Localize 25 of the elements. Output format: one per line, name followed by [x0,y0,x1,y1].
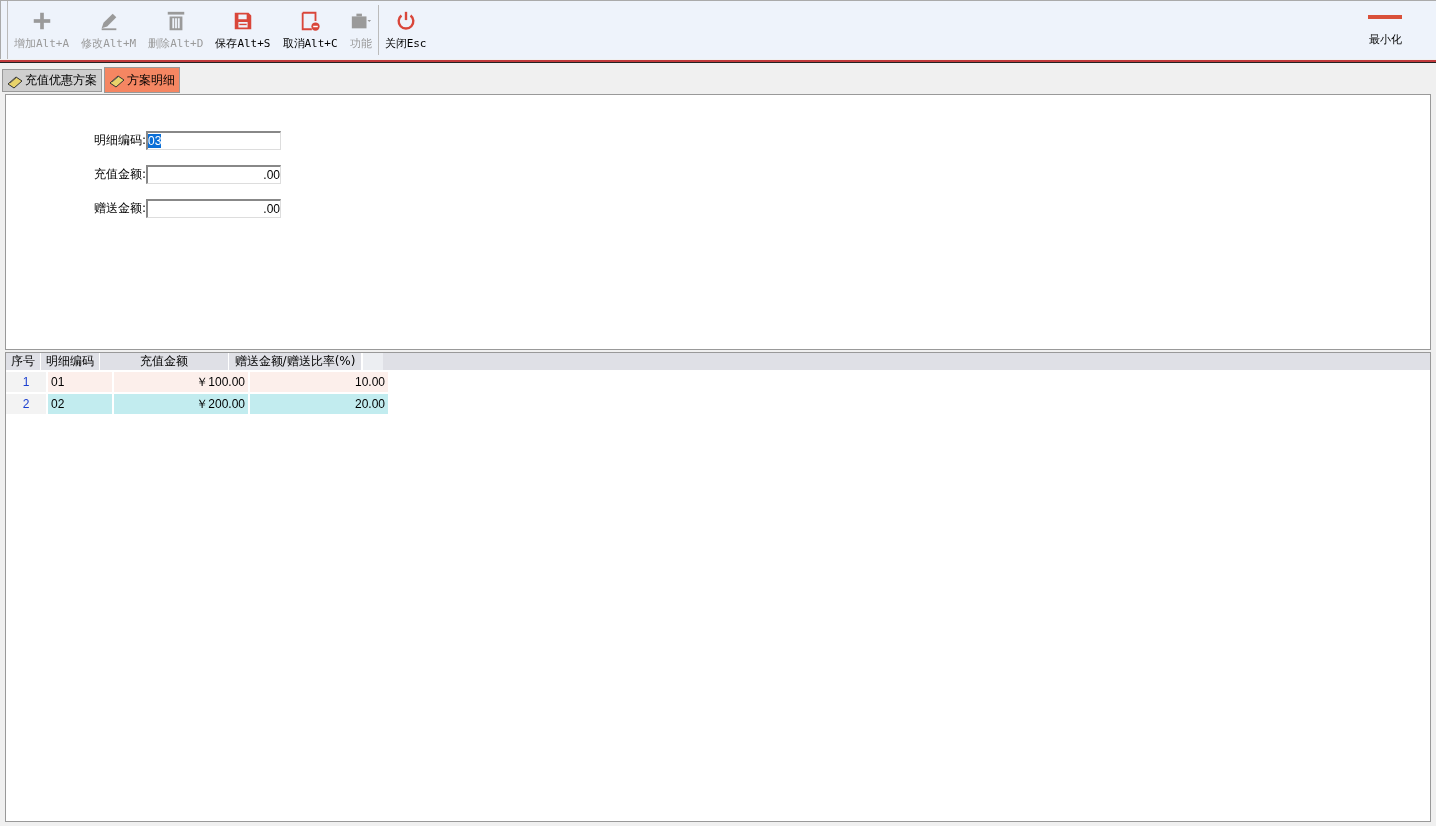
field-label: 赠送金额: [92,200,146,217]
table-cell: ￥200.00 [114,394,250,414]
toolbar-button[interactable]: 关闭Esc [378,1,433,59]
table-cell: ￥100.00 [114,372,250,392]
field-label: 充值金额: [92,166,146,183]
toolbar-button[interactable]: 保存Alt+S [209,1,277,59]
tab[interactable]: 方案明细 [104,67,180,93]
table-cell: 01 [48,372,114,392]
input-field[interactable]: .00 [146,165,281,184]
field-label: 明细编码: [92,132,146,149]
table-cell: 02 [48,394,114,414]
table-cell: 2 [6,394,48,414]
document-minus-icon [299,9,322,32]
toolbar-button[interactable]: 取消Alt+C [276,1,344,59]
minimize-button[interactable]: 最小化 [1362,1,1408,59]
input-field[interactable]: 03 [146,131,281,150]
column-header: 充值金额 [100,353,229,370]
tab[interactable]: 充值优惠方案 [2,69,102,92]
input-field[interactable]: .00 [146,199,281,218]
table-cell: 20.00 [250,394,390,414]
minimize-icon [1368,13,1402,20]
column-header: 明细编码 [41,353,100,370]
table-cell: 1 [6,372,48,392]
table-cell: 10.00 [250,372,390,392]
column-header: 序号 [6,353,41,370]
